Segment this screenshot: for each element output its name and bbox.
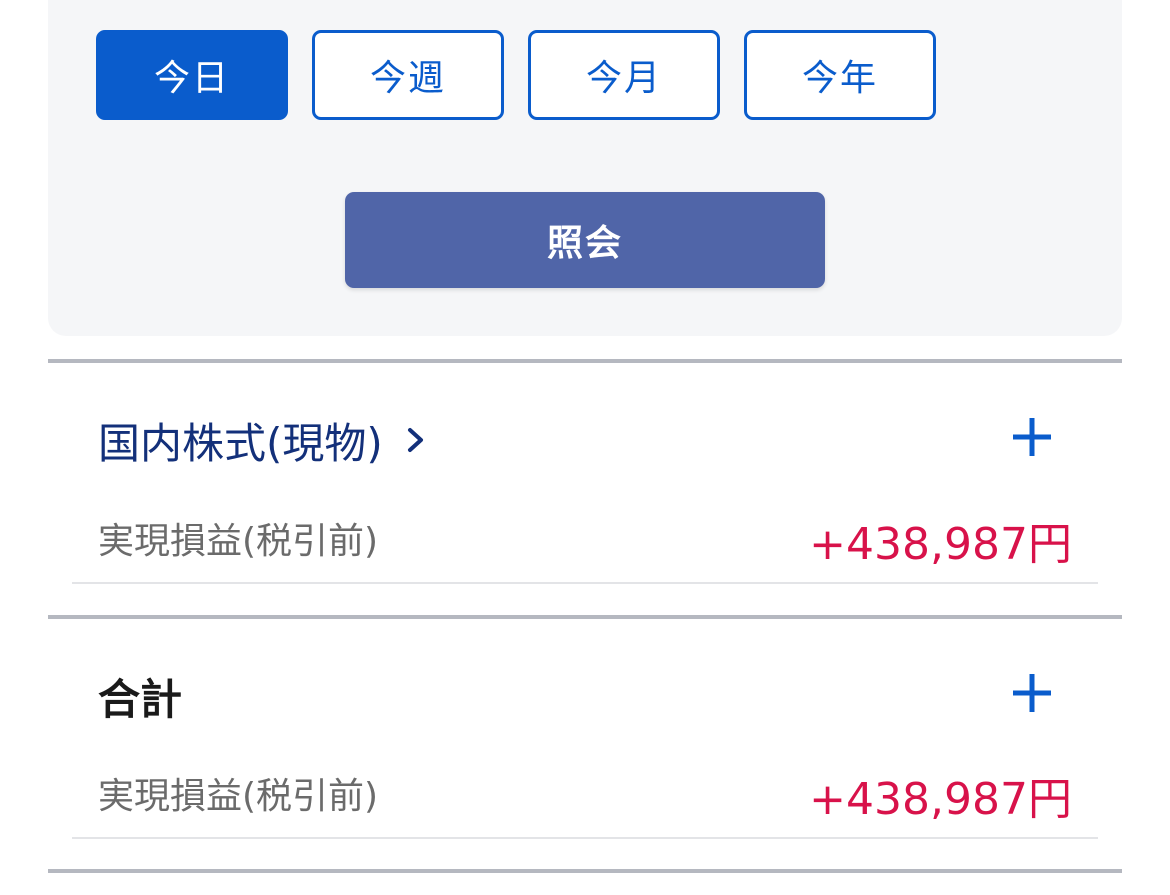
- section-divider: [48, 615, 1122, 619]
- row-divider: [72, 837, 1098, 839]
- period-button-this-year[interactable]: 今年: [744, 30, 936, 120]
- period-button-label: 今日: [153, 58, 230, 99]
- section-title-label: 合計: [98, 674, 183, 724]
- plus-icon[interactable]: [1010, 671, 1054, 715]
- section-divider: [48, 359, 1122, 363]
- realized-pl-value: +438,987円: [809, 774, 1072, 825]
- period-button-label: 今月: [585, 58, 662, 99]
- chevron-right-icon: [407, 428, 423, 452]
- section-title-label: 国内株式(現物): [98, 418, 383, 468]
- period-button-this-week[interactable]: 今週: [312, 30, 504, 120]
- section-title-link[interactable]: 国内株式(現物): [98, 412, 427, 468]
- period-button-label: 今年: [801, 58, 878, 99]
- realized-pl-value: +438,987円: [809, 519, 1072, 570]
- realized-pl-label: 実現損益(税引前): [98, 521, 379, 562]
- realized-pl-label: 実現損益(税引前): [98, 776, 379, 817]
- page: 今日 今週 今月 今年 照会 国内株式(現物) 実現損益(税引前) +438,9…: [0, 0, 1170, 895]
- section-divider: [48, 869, 1122, 873]
- period-button-label: 今週: [369, 58, 446, 99]
- plus-icon[interactable]: [1010, 415, 1054, 459]
- query-button[interactable]: 照会: [345, 192, 825, 288]
- period-button-today[interactable]: 今日: [96, 30, 288, 120]
- section-title-total: 合計: [98, 668, 182, 724]
- period-button-this-month[interactable]: 今月: [528, 30, 720, 120]
- row-divider: [72, 582, 1098, 584]
- query-button-label: 照会: [546, 223, 623, 264]
